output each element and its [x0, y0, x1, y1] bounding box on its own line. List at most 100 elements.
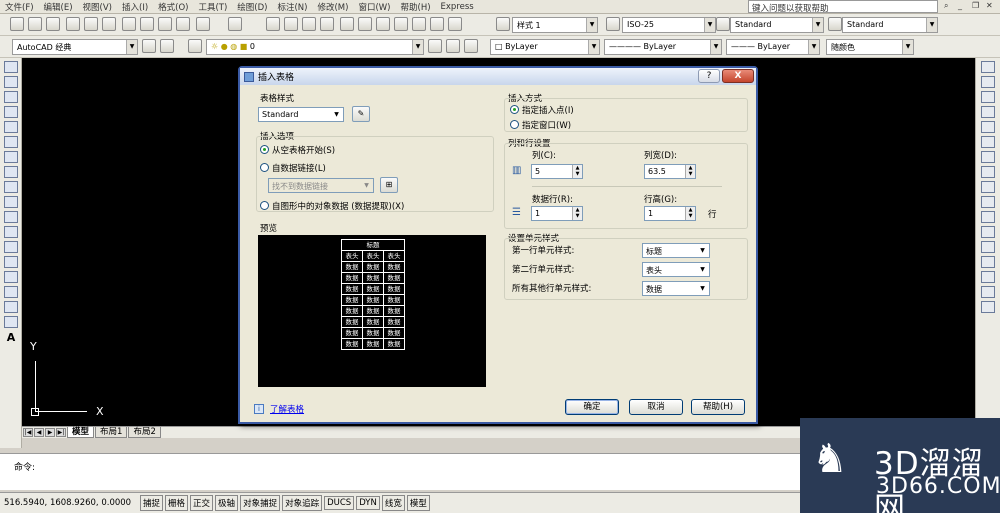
rotate-icon[interactable] — [981, 151, 995, 163]
save-icon[interactable] — [46, 17, 60, 31]
circle-icon[interactable] — [4, 151, 18, 163]
plotstyle-select[interactable]: 随颜色 ▼ — [826, 39, 914, 55]
line-icon[interactable] — [4, 61, 18, 73]
open-file-icon[interactable] — [28, 17, 42, 31]
layer-select[interactable]: ☼ ● ◍ ■ 0 ▼ — [206, 39, 424, 55]
layer-states-icon[interactable] — [464, 39, 478, 53]
learn-table-link[interactable]: 了解表格 — [270, 403, 304, 415]
colwidth-stepper[interactable]: 63.5 ▲ ▼ — [644, 164, 696, 179]
tab-layout2[interactable]: 布局2 — [128, 427, 161, 438]
new-file-icon[interactable] — [10, 17, 24, 31]
lineweight-toggle[interactable]: 线宽 — [381, 495, 405, 511]
print-icon[interactable] — [66, 17, 80, 31]
table-style-dropdown[interactable]: Standard ▼ — [258, 107, 344, 122]
pan-icon[interactable] — [266, 17, 280, 31]
redo-icon[interactable] — [228, 17, 242, 31]
menu-modify[interactable]: 修改(M) — [312, 1, 353, 13]
polyline-icon[interactable] — [4, 91, 18, 103]
menu-format[interactable]: 格式(O) — [153, 1, 193, 13]
radio-insert-point[interactable] — [510, 105, 519, 114]
join-icon[interactable] — [981, 256, 995, 268]
linetype-select[interactable]: ———— ByLayer ▼ — [604, 39, 722, 55]
stretch-icon[interactable] — [981, 181, 995, 193]
hatch-icon[interactable] — [4, 271, 18, 283]
menu-insert[interactable]: 插入(I) — [117, 1, 153, 13]
ellipse-arc-icon[interactable] — [4, 211, 18, 223]
menu-tools[interactable]: 工具(T) — [193, 1, 232, 13]
first-tab-icon[interactable]: |◀ — [23, 428, 33, 437]
dialog-titlebar[interactable]: 插入表格 ? X — [240, 68, 756, 85]
search-icon[interactable]: ⌕ — [944, 1, 948, 11]
point-icon[interactable] — [4, 256, 18, 268]
help-icon[interactable] — [448, 17, 462, 31]
dim-style-select[interactable]: ISO-25 ▼ — [622, 17, 716, 33]
zoom-window-icon[interactable] — [302, 17, 316, 31]
make-block-icon[interactable] — [4, 241, 18, 253]
minimize-icon[interactable]: _ — [958, 1, 962, 10]
second-row-style-dropdown[interactable]: 表头 ▼ — [642, 262, 710, 277]
zoom-previous-icon[interactable] — [320, 17, 334, 31]
radio-object-data[interactable] — [260, 201, 269, 210]
lineweight-select[interactable]: ——— ByLayer ▼ — [726, 39, 820, 55]
datarows-stepper[interactable]: 1 ▲ ▼ — [531, 206, 583, 221]
radio-datalink[interactable] — [260, 163, 269, 172]
explode-icon[interactable] — [981, 301, 995, 313]
save-workspace-icon[interactable] — [160, 39, 174, 53]
region-icon[interactable] — [4, 301, 18, 313]
model-toggle[interactable]: 模型 — [406, 495, 430, 511]
menu-draw[interactable]: 绘图(D) — [232, 1, 272, 13]
datalink-manager-button[interactable]: ⊞ — [380, 177, 398, 193]
gradient-icon[interactable] — [4, 286, 18, 298]
tab-layout1[interactable]: 布局1 — [95, 427, 128, 438]
last-tab-icon[interactable]: ▶| — [56, 428, 66, 437]
dialog-close-button[interactable]: X — [722, 69, 754, 83]
spline-icon[interactable] — [4, 181, 18, 193]
menu-window[interactable]: 窗口(W) — [353, 1, 395, 13]
design-center-icon[interactable] — [358, 17, 372, 31]
offset-icon[interactable] — [981, 106, 995, 118]
menu-edit[interactable]: 编辑(E) — [39, 1, 78, 13]
table-style-edit-button[interactable]: ✎ — [352, 106, 370, 122]
copy-object-icon[interactable] — [981, 76, 995, 88]
ok-button[interactable]: 确定 — [565, 399, 619, 415]
table-style-select[interactable]: Standard ▼ — [730, 17, 824, 33]
rectangle-icon[interactable] — [4, 121, 18, 133]
insert-block-icon[interactable] — [4, 226, 18, 238]
workspace-select[interactable]: AutoCAD 经典 ▼ — [12, 39, 138, 55]
other-rows-style-dropdown[interactable]: 数据 ▼ — [642, 281, 710, 296]
ducs-toggle[interactable]: DUCS — [324, 496, 355, 510]
grid-toggle[interactable]: 栅格 — [165, 495, 189, 511]
tab-model[interactable]: 模型 — [67, 427, 95, 438]
layer-manager-icon[interactable] — [188, 39, 202, 53]
sheetset-icon[interactable] — [394, 17, 408, 31]
arc-icon[interactable] — [4, 136, 18, 148]
trim-icon[interactable] — [981, 196, 995, 208]
tool-palettes-icon[interactable] — [376, 17, 390, 31]
dyn-toggle[interactable]: DYN — [356, 496, 380, 510]
array-icon[interactable] — [981, 121, 995, 133]
dialog-help-button[interactable]: ? — [698, 69, 720, 83]
workspace-settings-icon[interactable] — [142, 39, 156, 53]
color-select[interactable]: □ ByLayer ▼ — [490, 39, 600, 55]
polygon-icon[interactable] — [4, 106, 18, 118]
preview-icon[interactable] — [84, 17, 98, 31]
fillet-icon[interactable] — [981, 286, 995, 298]
table-icon[interactable] — [4, 316, 18, 328]
markup-icon[interactable] — [412, 17, 426, 31]
extend-icon[interactable] — [981, 211, 995, 223]
radio-empty-table[interactable] — [260, 145, 269, 154]
break-at-point-icon[interactable] — [981, 226, 995, 238]
construction-line-icon[interactable] — [4, 76, 18, 88]
menu-express[interactable]: Express — [436, 2, 479, 12]
cancel-button[interactable]: 取消 — [629, 399, 683, 415]
menu-dimension[interactable]: 标注(N) — [272, 1, 312, 13]
close-icon[interactable]: ✕ — [986, 1, 993, 10]
matchprop-icon[interactable] — [176, 17, 190, 31]
scale-icon[interactable] — [981, 166, 995, 178]
otrack-toggle[interactable]: 对象追踪 — [282, 495, 323, 511]
menu-file[interactable]: 文件(F) — [0, 1, 39, 13]
multiline-text-icon[interactable]: A — [4, 331, 18, 344]
datalink-dropdown[interactable]: 找不到数据链接 ▼ — [268, 178, 374, 193]
ortho-toggle[interactable]: 正交 — [190, 495, 214, 511]
paste-icon[interactable] — [158, 17, 172, 31]
